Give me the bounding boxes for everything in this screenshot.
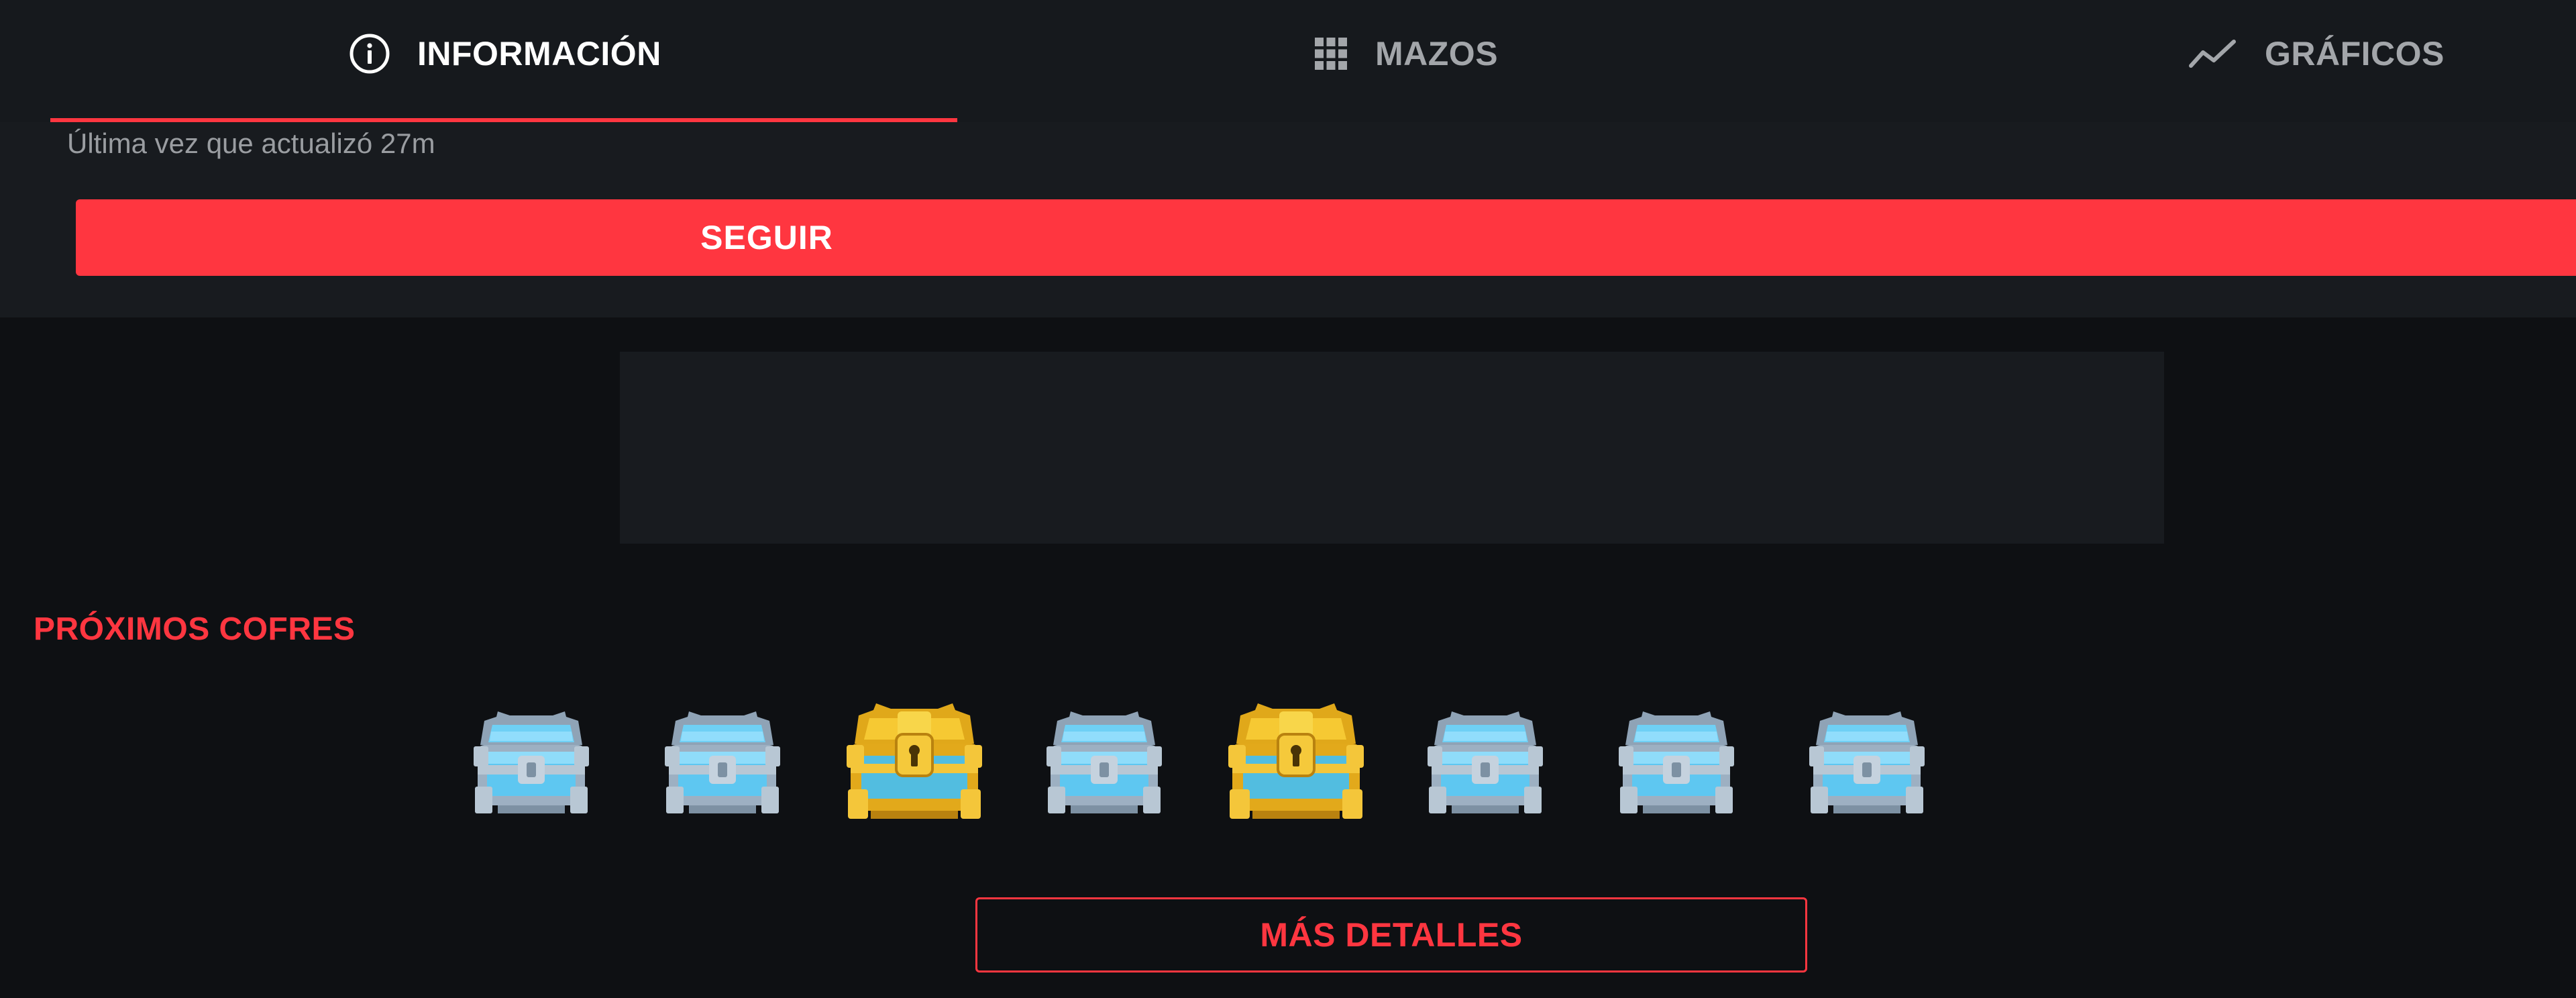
silver-chest-icon	[662, 705, 783, 822]
tab-informacion-label: INFORMACIÓN	[417, 35, 661, 72]
header-panel: INFORMACIÓN MAZOS GRÁFICOS Última vez qu…	[0, 0, 2576, 317]
chests-section-title: PRÓXIMOS COFRES	[34, 611, 356, 647]
ad-placeholder	[620, 352, 2164, 544]
golden-chest-icon	[1226, 697, 1366, 828]
silver-chest-icon	[1616, 705, 1737, 822]
silver-chest-icon	[1425, 705, 1546, 822]
grid-icon	[1313, 36, 1348, 71]
tab-graficos-label: GRÁFICOS	[2265, 35, 2445, 72]
more-details-label: MÁS DETALLES	[1260, 916, 1523, 954]
more-details-button[interactable]: MÁS DETALLES	[975, 897, 1807, 972]
tab-mazos-label: MAZOS	[1375, 35, 1499, 72]
info-icon	[349, 33, 390, 74]
active-tab-indicator	[50, 118, 957, 122]
tab-graficos[interactable]: GRÁFICOS	[2188, 0, 2445, 107]
silver-chest-icon	[471, 705, 592, 822]
tab-mazos[interactable]: MAZOS	[1313, 0, 1498, 107]
follow-button-label: SEGUIR	[700, 219, 833, 256]
golden-chest-icon	[844, 697, 985, 828]
tabs-bar: INFORMACIÓN MAZOS GRÁFICOS	[0, 0, 2576, 122]
silver-chest-icon	[1044, 705, 1165, 822]
line-chart-icon	[2188, 38, 2238, 70]
follow-button[interactable]: SEGUIR	[76, 199, 2576, 276]
tab-informacion[interactable]: INFORMACIÓN	[349, 0, 661, 107]
last-update-text: Última vez que actualizó 27m	[67, 128, 435, 159]
chests-row	[0, 703, 2576, 839]
silver-chest-icon	[1807, 705, 1927, 822]
